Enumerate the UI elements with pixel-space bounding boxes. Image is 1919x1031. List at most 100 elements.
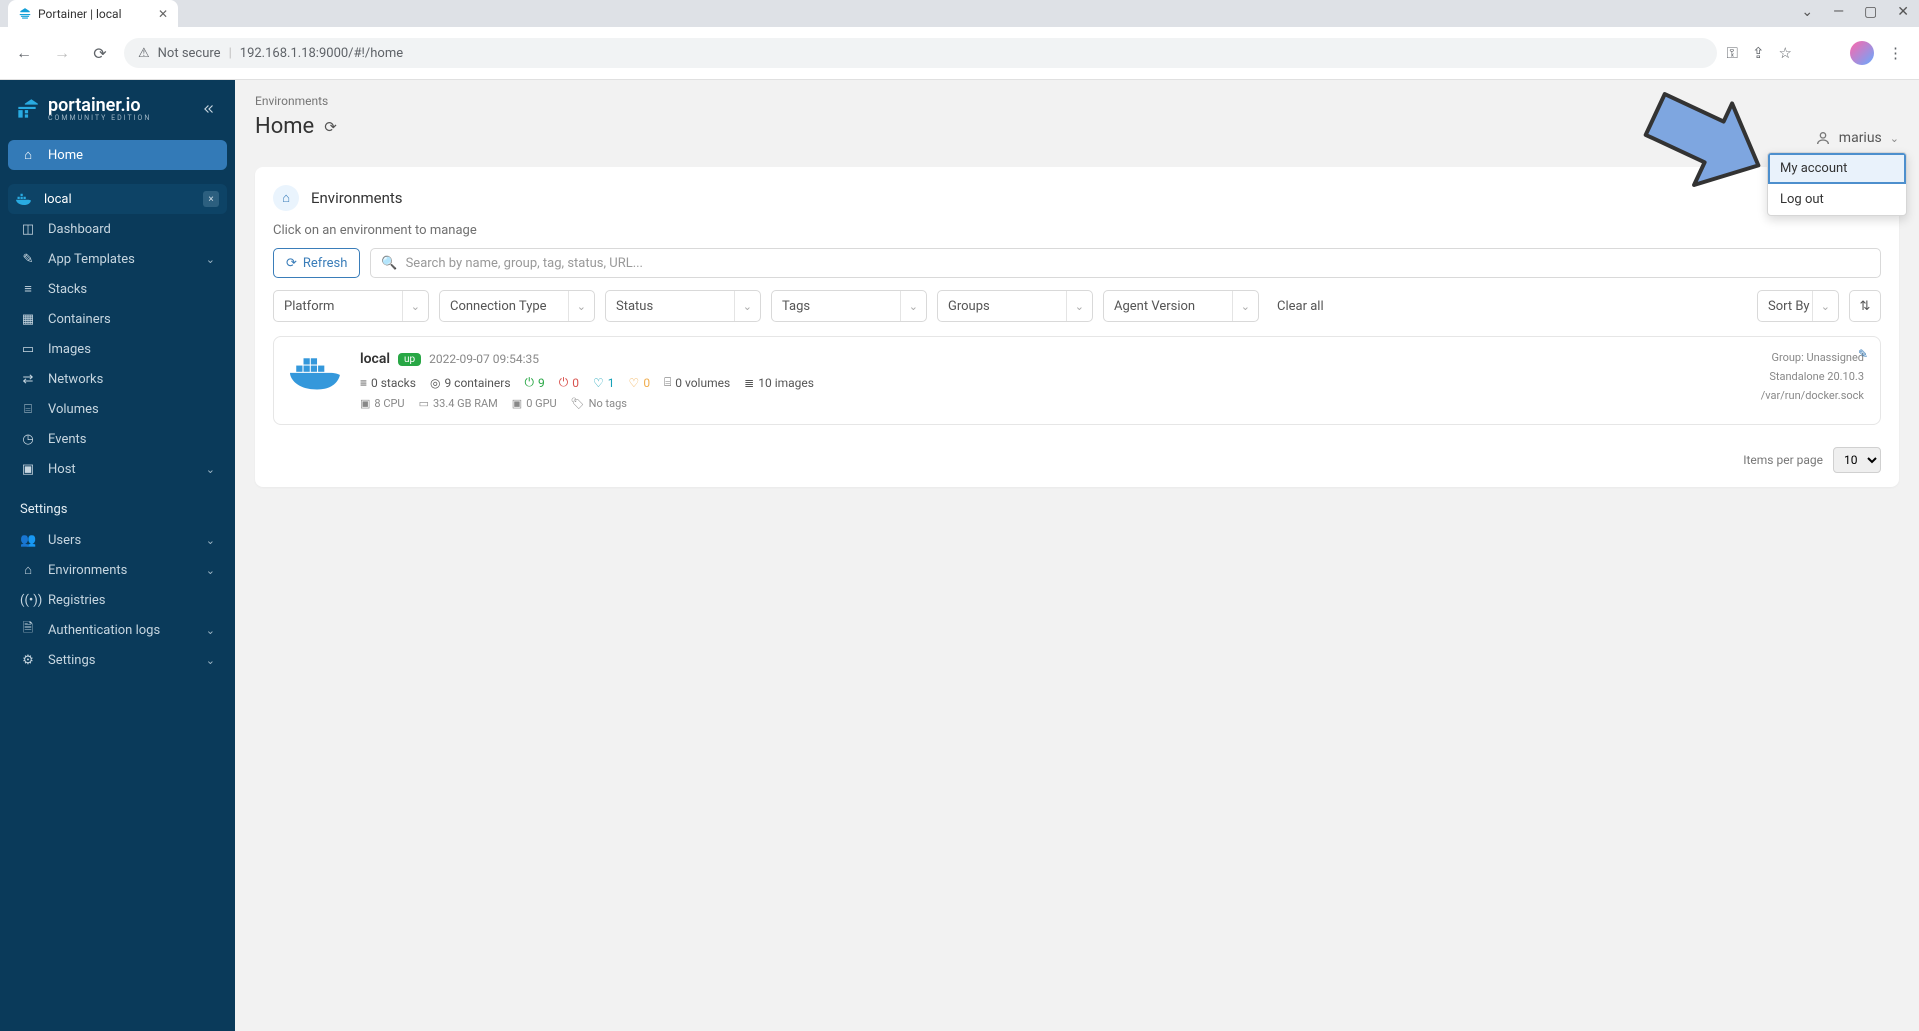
sidebar-item-authentication-logs[interactable]: 🗎Authentication logs⌄ [8,615,227,645]
logo[interactable]: portainer.io COMMUNITY EDITION [8,90,227,140]
star-icon[interactable]: ☆ [1779,44,1792,62]
volumes-count: ⌸ 0 volumes [664,375,730,390]
chevron-down-icon[interactable]: ⌄ [1801,4,1813,20]
items-per-page-select[interactable]: 10 [1833,447,1881,473]
separator: | [229,46,232,61]
maximize-icon[interactable]: ▢ [1864,4,1877,20]
env-timestamp: 2022-09-07 09:54:35 [429,352,539,366]
url-field[interactable]: ⚠ Not secure | 192.168.1.18:9000/#!/home [124,38,1717,68]
sidebar-item-environments[interactable]: ⌂Environments⌄ [8,555,227,585]
nav-icon: ⚙ [20,653,36,668]
sidebar-item-networks[interactable]: ⇄Networks [8,364,227,394]
panel-hint: Click on an environment to manage [273,223,1881,238]
not-secure-label: Not secure [158,46,221,61]
page-title-row: Home ⟳ [255,114,1899,139]
share-icon[interactable]: ⇪ [1752,44,1765,62]
env-pill-label: local [44,192,72,207]
sort-by-dropdown[interactable]: Sort By ⌄ [1757,290,1839,322]
menu-my-account[interactable]: My account [1768,153,1906,184]
portainer-favicon [18,7,32,21]
nav-icon: ⌂ [20,562,36,578]
profile-avatar[interactable] [1850,41,1874,65]
docker-icon [16,192,34,206]
breadcrumb: Environments [255,94,1899,108]
chevron-down-icon: ⌄ [1890,132,1899,145]
close-tab-icon[interactable]: ✕ [158,7,168,21]
sidebar-environment-pill[interactable]: local × [8,184,227,214]
minimize-icon[interactable]: — [1833,4,1844,20]
sidebar-item-volumes[interactable]: ⌸Volumes [8,394,227,424]
sidebar-item-settings[interactable]: ⚙Settings⌄ [8,645,227,675]
chevron-down-icon: ⌄ [1066,291,1084,321]
refresh-icon: ⟳ [286,256,297,271]
sidebar-item-users[interactable]: 👥Users⌄ [8,525,227,555]
tab-bar: Portainer | local ✕ ⌄ — ▢ ✕ [0,0,1919,27]
sidebar-item-registries[interactable]: ((•))Registries [8,585,227,615]
sidebar-item-label: Users [48,533,81,548]
home-icon: ⌂ [20,147,36,163]
filter-label: Groups [948,299,990,314]
chevron-down-icon: ⌄ [206,463,215,476]
refresh-label: Refresh [303,256,347,271]
refresh-button[interactable]: ⟳ Refresh [273,248,360,278]
sidebar-item-label: Registries [48,593,106,608]
healthy-count: ♡ 1 [593,376,615,390]
chevron-down-icon: ⌄ [900,291,918,321]
menu-logout[interactable]: Log out [1768,184,1906,215]
filter-tags[interactable]: Tags⌄ [771,290,927,322]
chevron-down-icon: ⌄ [206,654,215,667]
filter-agent-version[interactable]: Agent Version⌄ [1103,290,1259,322]
logo-title: portainer.io [48,97,151,115]
forward-button[interactable]: → [48,43,76,63]
sidebar-item-images[interactable]: ▭ Images [8,334,227,364]
containers-count: ◎ 9 containers [430,376,511,390]
filter-label: Platform [284,299,334,314]
reload-button[interactable]: ⟳ [86,44,114,63]
url-text: 192.168.1.18:9000/#!/home [240,46,403,61]
kebab-icon[interactable]: ⋮ [1888,44,1903,62]
tab-title: Portainer | local [38,7,122,21]
filter-connection-type[interactable]: Connection Type⌄ [439,290,595,322]
sidebar-item-stacks[interactable]: ≡Stacks [8,274,227,304]
edit-icon[interactable]: ✎ [1858,347,1868,361]
sidebar-item-label: Images [48,342,91,357]
env-name: local [360,351,390,367]
sidebar-item-label: App Templates [48,252,135,267]
sidebar-item-dashboard[interactable]: ◫Dashboard [8,214,227,244]
env-pill-close[interactable]: × [203,191,219,207]
refresh-icon[interactable]: ⟳ [324,118,337,136]
sidebar-item-host[interactable]: ▣Host⌄ [8,454,227,484]
panel-header: ⌂ Environments [273,185,1881,211]
panel-title: Environments [311,189,403,207]
filter-platform[interactable]: Platform⌄ [273,290,429,322]
sidebar-item-label: Volumes [48,402,99,417]
key-icon[interactable]: ⚿ [1727,44,1738,62]
sidebar-item-events[interactable]: ◷Events [8,424,227,454]
nav-icon: ▦ [20,312,36,327]
filter-status[interactable]: Status⌄ [605,290,761,322]
sidebar-item-home[interactable]: ⌂ Home [8,140,227,170]
browser-tab[interactable]: Portainer | local ✕ [8,0,178,27]
clear-all-button[interactable]: Clear all [1269,299,1332,314]
search-placeholder: Search by name, group, tag, status, URL.… [406,256,643,271]
user-dropdown: My account Log out [1767,152,1907,216]
chevron-down-icon: ⌄ [206,534,215,547]
environment-card[interactable]: local up 2022-09-07 09:54:35 ≡ 0 stacks … [273,336,1881,425]
sort-by-label: Sort By [1768,299,1810,314]
user-menu-trigger[interactable]: marius ⌄ [1815,130,1899,146]
back-button[interactable]: ← [10,43,38,63]
close-icon[interactable]: ✕ [1897,4,1909,20]
sidebar-item-app-templates[interactable]: ✎App Templates⌄ [8,244,227,274]
filter-groups[interactable]: Groups ⌄ [937,290,1093,322]
chevron-down-icon: ⌄ [206,564,215,577]
tags-value: 🏷 No tags [571,397,627,410]
sort-direction-button[interactable]: ⇅ [1849,290,1881,322]
collapse-sidebar-button[interactable] [197,97,221,121]
search-input[interactable]: 🔍 Search by name, group, tag, status, UR… [370,248,1881,278]
env-version: Standalone 20.10.3 [1761,370,1864,383]
sidebar-item-label: Home [48,148,83,163]
nav-icon: ▭ [20,342,36,357]
pagination: Items per page 10 [273,447,1881,473]
sidebar-item-containers[interactable]: ▦Containers [8,304,227,334]
sidebar-item-label: Authentication logs [48,623,160,638]
